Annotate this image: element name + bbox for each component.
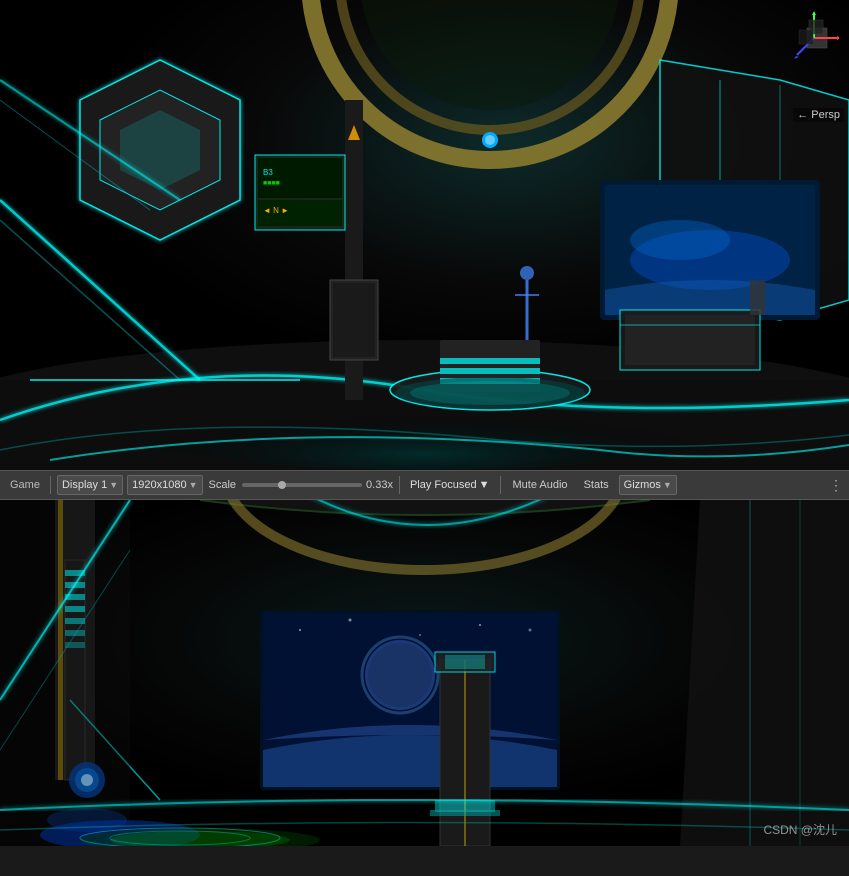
scale-value: 0.33x [366, 479, 393, 491]
top-scene-viewport[interactable]: B3 ■■■■ ◄ N ► [0, 0, 849, 470]
more-options-button[interactable]: ⋮ [829, 477, 843, 494]
resolution-label: 1920x1080 [132, 479, 186, 491]
scene-render-bottom: CSDN @沈儿 [0, 500, 849, 846]
gizmo-orientation-cube[interactable] [789, 10, 839, 60]
gizmos-dropdown-arrow: ▼ [663, 480, 672, 490]
mute-audio-button[interactable]: Mute Audio [507, 478, 574, 492]
separator-1 [50, 476, 51, 494]
separator-3 [500, 476, 501, 494]
scale-container: Scale 0.33x [207, 479, 393, 491]
display-dropdown[interactable]: Display 1 ▼ [57, 475, 123, 495]
svg-text:B3: B3 [263, 168, 273, 177]
stats-button[interactable]: Stats [578, 478, 615, 492]
resolution-dropdown-arrow: ▼ [189, 480, 198, 490]
scale-slider[interactable] [242, 483, 362, 487]
scale-slider-thumb [278, 481, 286, 489]
display-dropdown-arrow: ▼ [109, 480, 118, 490]
gizmos-dropdown[interactable]: Gizmos ▼ [619, 475, 677, 495]
bottom-game-viewport[interactable]: CSDN @沈儿 [0, 500, 849, 846]
svg-text:■■■■: ■■■■ [263, 180, 280, 187]
scene-svg-top: B3 ■■■■ ◄ N ► [0, 0, 849, 470]
resolution-dropdown[interactable]: 1920x1080 ▼ [127, 475, 202, 495]
watermark-text: CSDN @沈儿 [763, 821, 837, 838]
game-view-toolbar: Game Display 1 ▼ 1920x1080 ▼ Scale 0.33x… [0, 470, 849, 500]
scene-svg-bottom [0, 500, 849, 846]
gizmos-label: Gizmos [624, 479, 661, 491]
gizmo-svg [789, 10, 839, 60]
scene-render-top: B3 ■■■■ ◄ N ► [0, 0, 849, 470]
play-focused-dropdown-arrow: ▼ [479, 479, 490, 491]
game-tab-label: Game [6, 479, 44, 491]
perspective-label: ← Persp [793, 108, 844, 122]
separator-2 [399, 476, 400, 494]
play-focused-button[interactable]: Play Focused ▼ [406, 478, 494, 492]
svg-text:◄ N ►: ◄ N ► [263, 206, 289, 215]
scale-label: Scale [207, 479, 239, 491]
display-label: Display 1 [62, 479, 107, 491]
play-focused-label: Play Focused [410, 479, 477, 491]
